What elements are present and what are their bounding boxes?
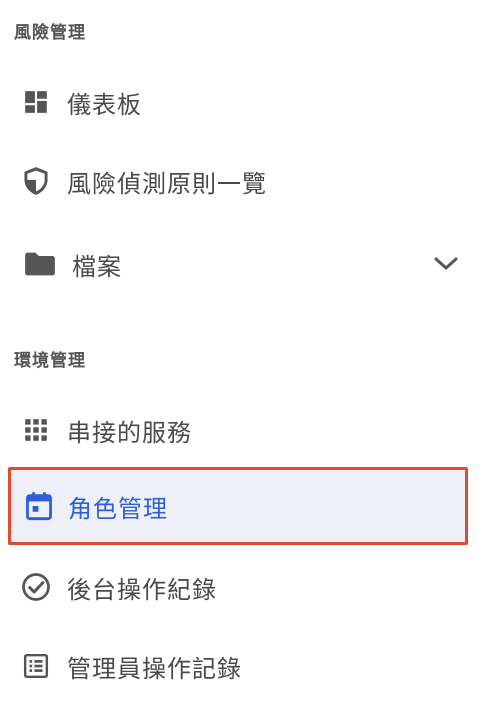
section-title-risk: 風險管理 <box>14 23 86 43</box>
nav-item-label: 管理員操作記錄 <box>67 654 242 683</box>
section-title-environment: 環境管理 <box>14 351 86 371</box>
folder-icon <box>22 246 58 282</box>
nav-item-dashboard[interactable]: 儀表板 <box>0 66 484 138</box>
nav-item-label: 風險偵測原則一覽 <box>67 169 267 198</box>
chevron-down-icon[interactable] <box>432 250 460 278</box>
nav-item-label: 檔案 <box>72 252 122 281</box>
nav-item-files[interactable]: 檔案 <box>0 228 484 300</box>
nav-item-role-management[interactable]: 角色管理 <box>8 467 468 545</box>
nav-item-label: 串接的服務 <box>67 418 192 447</box>
nav-item-label: 儀表板 <box>67 90 142 119</box>
check-circle-icon <box>18 569 54 605</box>
nav-item-admin-logs[interactable]: 管理員操作記錄 <box>0 630 484 702</box>
shield-icon <box>18 163 54 199</box>
calendar-icon <box>21 488 57 524</box>
list-icon <box>18 648 54 684</box>
nav-item-label: 角色管理 <box>68 494 168 523</box>
nav-item-label: 後台操作紀錄 <box>67 575 217 604</box>
apps-grid-icon <box>18 412 54 448</box>
nav-item-backend-logs[interactable]: 後台操作紀錄 <box>0 551 484 623</box>
nav-item-connected-services[interactable]: 串接的服務 <box>0 394 484 466</box>
dashboard-icon <box>18 84 54 120</box>
sidebar-nav: 風險管理 儀表板 風險偵測原則一覽 檔案 環境管理 串接的服務 角色管理 後台操… <box>0 0 484 724</box>
nav-item-risk-policies[interactable]: 風險偵測原則一覽 <box>0 145 484 217</box>
